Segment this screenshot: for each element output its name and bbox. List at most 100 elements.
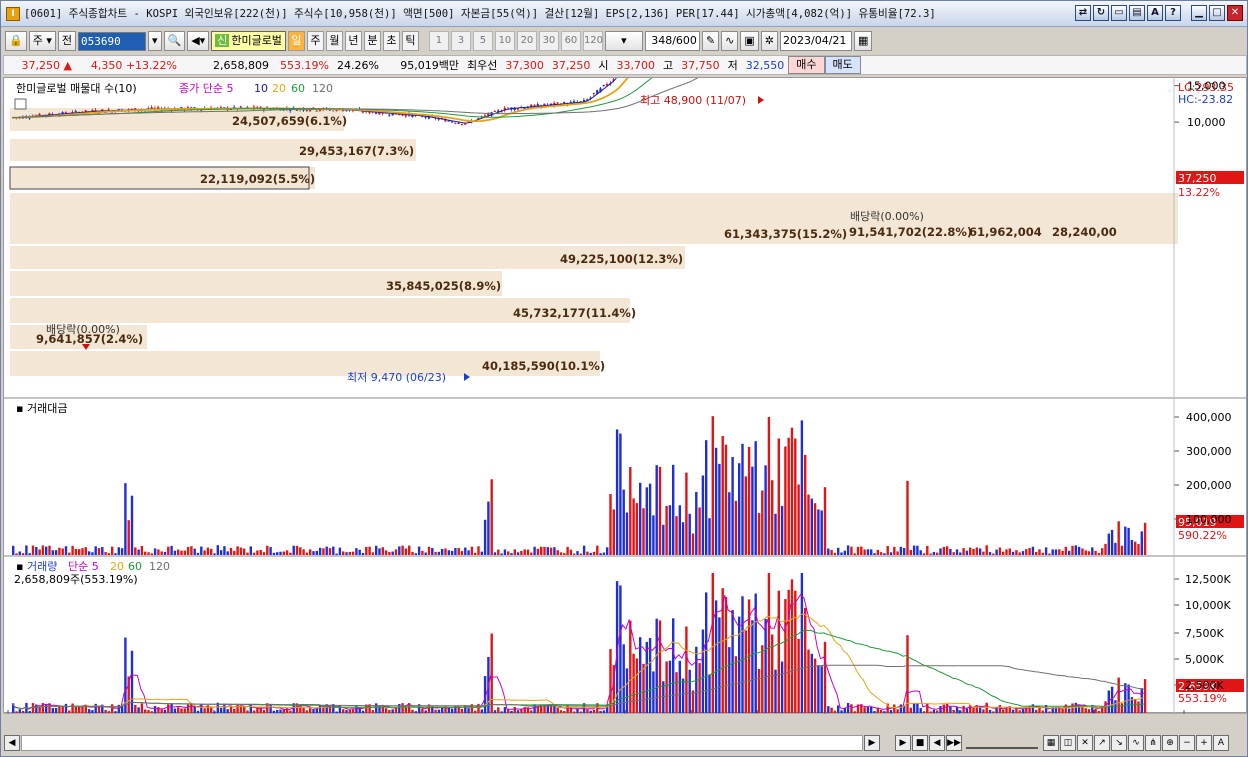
interval-1[interactable]: 1 [428, 31, 449, 51]
chart-canvas[interactable]: 한미글로벌 매물대 수(10) 종가 단순 5 10 20 60 120 LC:… [4, 78, 1248, 714]
amount-bar [1041, 552, 1044, 555]
scroll-left-button[interactable]: ◀ [4, 735, 20, 751]
amount-bar [945, 546, 949, 555]
search-icon[interactable]: 🔍 [163, 31, 186, 51]
custom-interval[interactable]: ▾ [604, 31, 643, 51]
amount-bar [1021, 551, 1025, 555]
trend-icon[interactable]: ↘ [1111, 735, 1127, 751]
zoom-in-icon[interactable]: ⊕ [1162, 735, 1178, 751]
amount-bar [731, 456, 734, 555]
volume-bar [833, 710, 837, 713]
link-icon[interactable]: ⇄ [1075, 5, 1091, 21]
play-icon[interactable]: ▶ [895, 735, 911, 751]
chart-tool-icon[interactable]: ✎ [701, 31, 720, 51]
interval-5[interactable]: 5 [472, 31, 493, 51]
speaker-icon[interactable]: ◀▾ [187, 31, 210, 51]
interval-60[interactable]: 60 [560, 31, 581, 51]
amount-bar [906, 480, 909, 555]
interval-120[interactable]: 120 [582, 31, 603, 51]
period-week[interactable]: 주 [306, 31, 324, 51]
amount-bar [602, 552, 606, 555]
amount-bar [120, 548, 124, 555]
zoom-slider[interactable] [966, 737, 1038, 749]
amount-bar [236, 546, 239, 555]
table-icon[interactable] [14, 98, 27, 110]
refresh-icon[interactable]: ↻ [1093, 5, 1109, 21]
amount-bar [483, 519, 487, 555]
amount-bar [1011, 551, 1015, 555]
period-month[interactable]: 월 [325, 31, 343, 51]
period-year[interactable]: 년 [344, 31, 362, 51]
buy-button[interactable]: 매수 [788, 56, 825, 74]
period-day[interactable]: 일 [287, 31, 305, 51]
amount-bar [629, 467, 632, 555]
period-tick[interactable]: 틱 [401, 31, 419, 51]
minimize-button[interactable]: ▁ [1191, 5, 1207, 21]
volume-bar [926, 703, 929, 713]
split-icon[interactable]: ◫ [1060, 735, 1076, 751]
period-second[interactable]: 초 [382, 31, 400, 51]
help-icon[interactable]: ? [1165, 5, 1181, 21]
amount-bar [922, 553, 926, 555]
amount-bar [830, 549, 833, 555]
magnet-icon[interactable]: ⋔ [1145, 735, 1161, 751]
period-minute[interactable]: 분 [363, 31, 381, 51]
volume-bar [153, 706, 157, 713]
amount-bar [1120, 545, 1124, 555]
minus-icon[interactable]: − [1179, 735, 1195, 751]
amount-bar [295, 545, 299, 555]
settings-icon[interactable]: ✲ [760, 31, 778, 51]
data-count[interactable]: 348/600 [644, 31, 700, 51]
amount-bar [292, 545, 295, 555]
interval-3[interactable]: 3 [450, 31, 471, 51]
scroll-right-button[interactable]: ▶ [864, 735, 880, 751]
disk-icon[interactable]: ▣ [740, 31, 759, 51]
interval-20[interactable]: 20 [516, 31, 537, 51]
stock-code-input[interactable]: 053690 [77, 31, 146, 51]
low-price: 32,550 [745, 58, 785, 72]
sell-button[interactable]: 매도 [824, 56, 861, 74]
dropdown-icon[interactable]: ▾ [147, 31, 162, 51]
stop-icon[interactable]: ■ [912, 735, 928, 751]
amount-bar [688, 513, 691, 555]
calendar-icon[interactable]: ▦ [854, 31, 873, 51]
amount-bar [1087, 551, 1091, 555]
grid-icon[interactable]: ▦ [1043, 735, 1059, 751]
amount-bar [134, 547, 137, 555]
volume-bar [893, 704, 896, 713]
amount-bar [513, 549, 516, 555]
wave-icon[interactable]: ∿ [1128, 735, 1144, 751]
text-icon[interactable]: A [1213, 735, 1229, 751]
amount-bar [652, 515, 655, 555]
amount-bar [526, 549, 530, 555]
lock-icon[interactable]: 🔒 [5, 31, 27, 51]
fast-forward-icon[interactable]: ▶▶ [946, 735, 962, 751]
font-icon[interactable]: A [1147, 5, 1163, 21]
volume-bar [728, 647, 731, 713]
amount-bar [780, 505, 784, 555]
amount-bar [543, 546, 546, 555]
volume-bar [988, 709, 992, 713]
horizontal-scrollbar[interactable] [21, 735, 863, 751]
interval-30[interactable]: 30 [538, 31, 559, 51]
amount-bar [285, 550, 289, 555]
save-icon[interactable]: ▤ [1129, 5, 1145, 21]
prev-button[interactable]: 전 [57, 31, 76, 51]
plus-icon[interactable]: + [1196, 735, 1212, 751]
indicator-icon[interactable]: ∿ [721, 31, 739, 51]
play-back-icon[interactable]: ◀ [929, 735, 945, 751]
stock-name: 신 한미글로벌 [211, 31, 286, 51]
amount-bar [678, 505, 681, 555]
close-button[interactable]: ✕ [1227, 5, 1243, 21]
period-select[interactable]: 주 ▾ [28, 31, 56, 51]
amount-axis-label: 400,000 [1186, 411, 1232, 424]
interval-10[interactable]: 10 [494, 31, 515, 51]
cross-icon[interactable]: ✕ [1077, 735, 1093, 751]
amount-bar [1038, 549, 1041, 555]
amount-bar [97, 548, 101, 555]
arrow-icon[interactable]: ↗ [1094, 735, 1110, 751]
maximize-button[interactable]: □ [1209, 5, 1225, 21]
date-input[interactable]: 2023/04/21 [780, 31, 852, 51]
window-icon[interactable]: ▭ [1111, 5, 1127, 21]
chart-area[interactable]: 한미글로벌 매물대 수(10) 종가 단순 5 10 20 60 120 LC:… [3, 77, 1248, 714]
